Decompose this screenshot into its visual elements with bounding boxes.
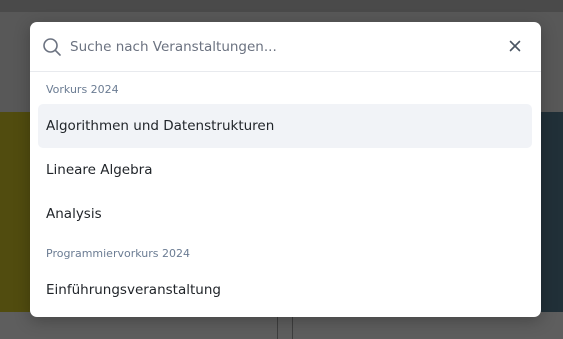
list-item-einfuehrung[interactable]: Einführungsveranstaltung: [38, 268, 532, 312]
background-card-right: [540, 112, 563, 312]
list-item-label: Analysis: [46, 206, 102, 222]
search-icon: [43, 38, 61, 56]
list-item-lineare-algebra[interactable]: Lineare Algebra: [38, 148, 532, 192]
search-dialog: Vorkurs 2024 Algorithmen und Datenstrukt…: [30, 22, 541, 317]
list-item-analysis[interactable]: Analysis: [38, 192, 532, 236]
list-item-algorithmen[interactable]: Algorithmen und Datenstrukturen: [38, 104, 532, 148]
list-item-label: Algorithmen und Datenstrukturen: [46, 118, 275, 134]
group-label-vorkurs: Vorkurs 2024: [46, 83, 119, 96]
list-item-label: Einführungsveranstaltung: [46, 282, 221, 298]
background-topbar: [0, 0, 563, 12]
list-item-label: Lineare Algebra: [46, 162, 153, 178]
close-icon[interactable]: [508, 39, 522, 53]
search-input[interactable]: [70, 34, 490, 60]
group-label-programmiervorkurs: Programmiervorkurs 2024: [46, 247, 190, 260]
background-card-left: [0, 112, 30, 312]
search-bar: [30, 22, 541, 72]
